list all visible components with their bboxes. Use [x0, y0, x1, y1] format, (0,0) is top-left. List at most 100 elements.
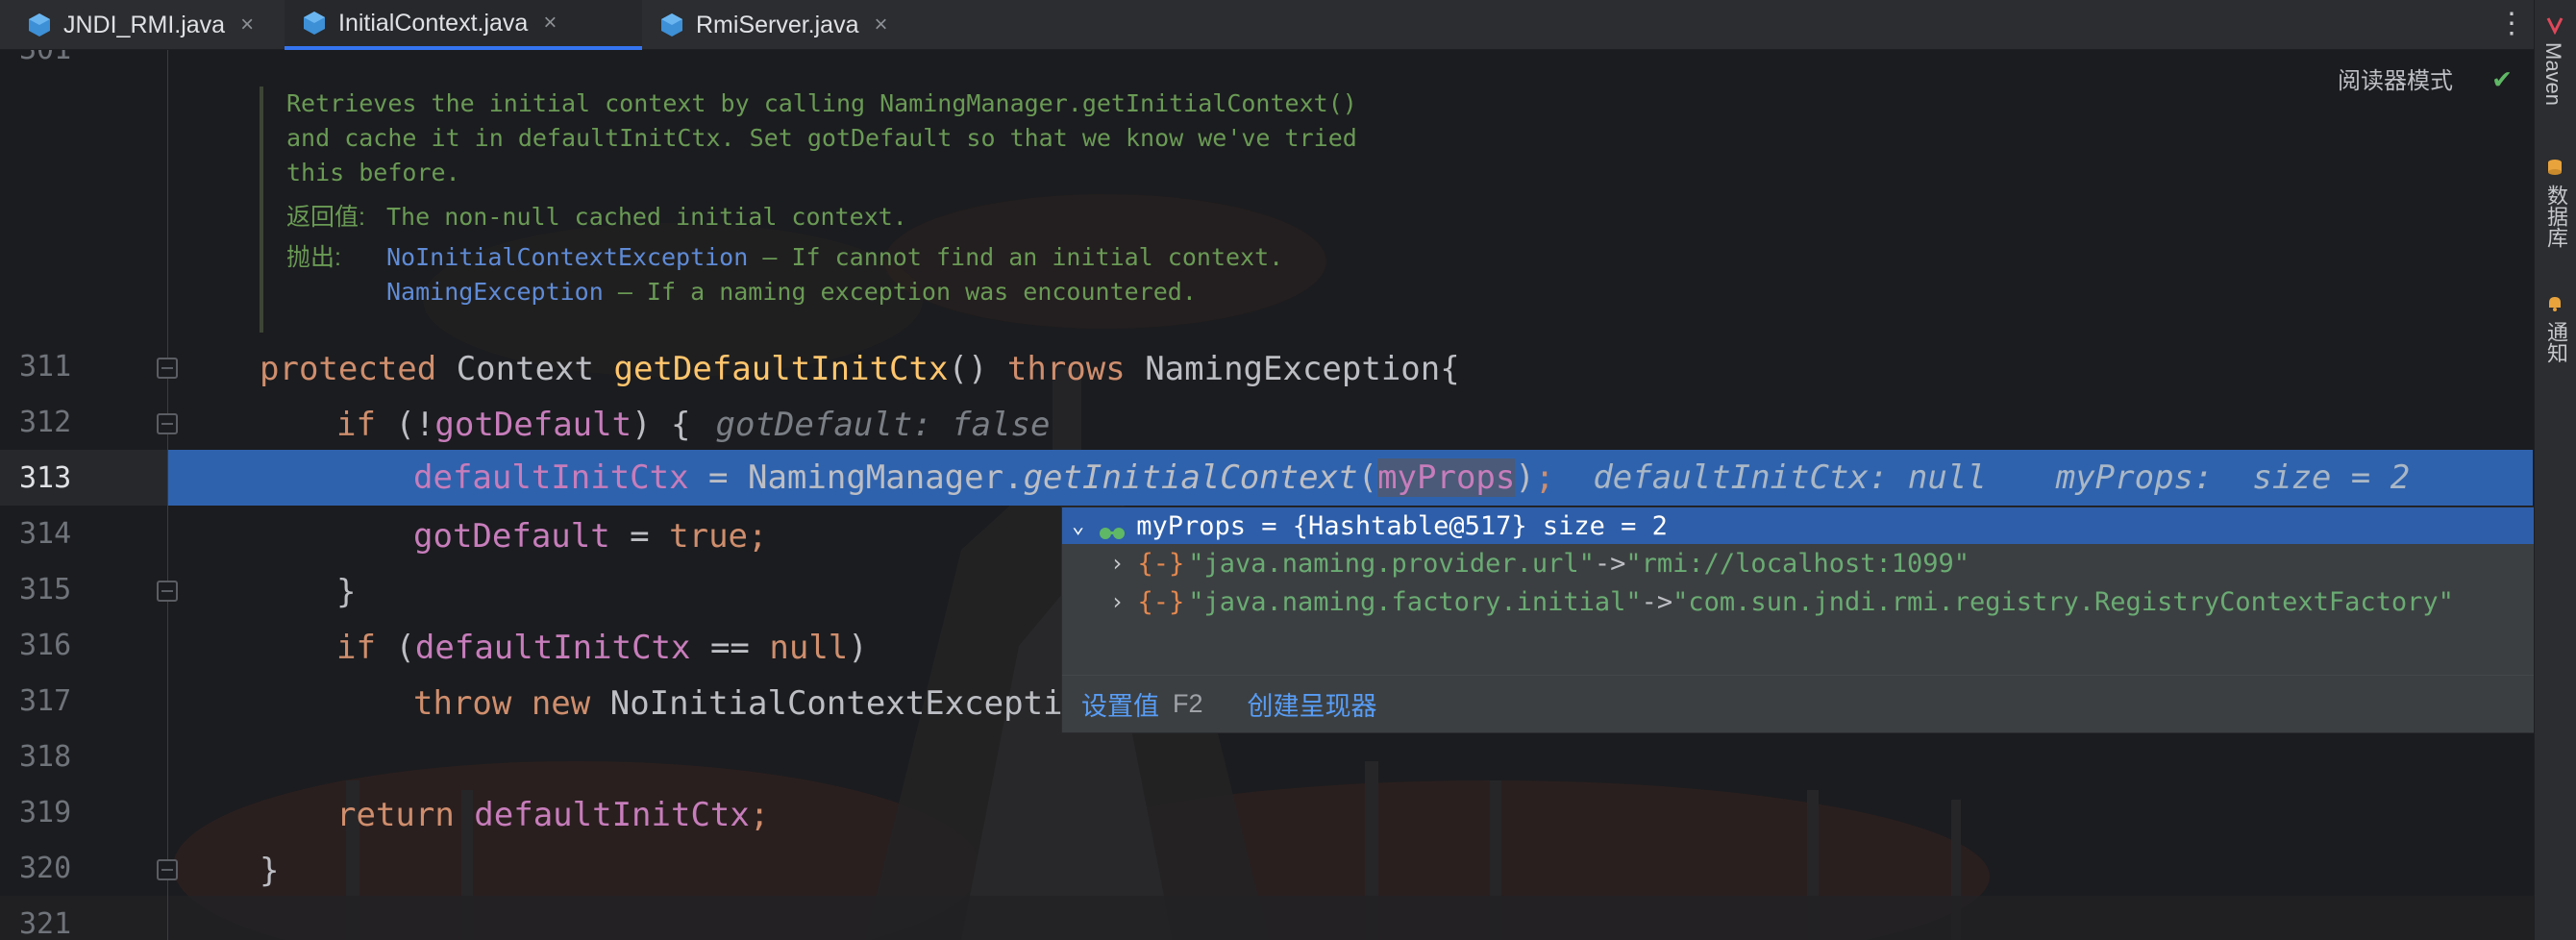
field-token: gotDefault	[434, 406, 632, 444]
code-line-314: gotDefault = true;	[413, 508, 768, 564]
doc-returns: 返回值: The non-null cached initial context.	[286, 200, 1509, 235]
reader-mode-button[interactable]: 阅读器模式	[2338, 62, 2453, 95]
code-token: null	[769, 629, 849, 667]
code-line-319: return defaultInitCtx;	[336, 787, 769, 843]
line-number: 317	[19, 684, 72, 718]
close-icon[interactable]: ×	[240, 12, 254, 38]
database-tool-button[interactable]: 数据库	[2540, 185, 2571, 248]
java-class-icon	[27, 12, 52, 37]
argument-token: myProps	[1377, 458, 1516, 497]
set-value-shortcut: F2	[1173, 689, 1203, 718]
code-token: if	[336, 406, 376, 444]
create-renderer-link[interactable]: 创建呈现器	[1248, 685, 1377, 723]
line-number: 316	[19, 629, 72, 662]
line-number: 315	[19, 573, 72, 606]
code-token: (	[375, 629, 415, 667]
chevron-down-icon[interactable]: ⌄	[1072, 514, 1084, 538]
inline-debug-value: defaultInitCtx: null	[1593, 458, 1987, 497]
code-token: return	[336, 796, 455, 834]
code-token: Context	[436, 350, 614, 388]
code-token: ==	[690, 629, 770, 667]
line-number: 314	[19, 517, 72, 551]
doc-line: this before.	[286, 159, 460, 186]
code-token: )	[848, 629, 868, 667]
code-token: ;	[749, 796, 770, 834]
map-entry-icon: {-}	[1137, 586, 1185, 617]
code-token: ;	[748, 517, 768, 556]
chevron-right-icon[interactable]: ›	[1110, 550, 1124, 577]
chevron-right-icon[interactable]: ›	[1110, 588, 1124, 615]
fold-marker[interactable]	[157, 413, 178, 434]
code-line-317: throw new NoInitialContextExceptio	[413, 676, 1082, 731]
code-token: )	[1515, 458, 1535, 497]
doc-exception-text: – If cannot find an initial context.	[748, 243, 1284, 271]
more-options-icon[interactable]: ⋮	[2497, 10, 2526, 38]
line-number: 313	[19, 461, 72, 495]
field-token: defaultInitCtx	[414, 629, 691, 667]
code-token: }	[336, 573, 357, 611]
set-value-link[interactable]: 设置值	[1081, 685, 1159, 723]
code-token: }	[260, 852, 280, 890]
tab-jndi-rmi[interactable]: JNDI_RMI.java ×	[27, 0, 254, 50]
code-line-311: protected Context getDefaultInitCtx() th…	[260, 341, 1460, 397]
doc-line: and cache it in defaultInitCtx. Set gotD…	[286, 124, 1357, 152]
rendered-javadoc: Retrieves the initial context by calling…	[260, 87, 1509, 333]
method-call: getInitialContext	[1023, 458, 1358, 497]
code-token: throw	[413, 684, 512, 723]
map-entry-node[interactable]: › {-} "java.naming.provider.url" -> "rmi…	[1062, 544, 2575, 582]
close-icon[interactable]: ×	[875, 12, 888, 38]
doc-tag-throws: 抛出:	[286, 244, 341, 271]
field-token: defaultInitCtx	[413, 458, 689, 497]
code-token: ;	[1534, 458, 1555, 497]
method-name: getDefaultInitCtx	[613, 350, 949, 388]
doc-exception-link[interactable]: NamingException	[386, 278, 604, 306]
editor-tab-bar: JNDI_RMI.java × InitialContext.java × Rm…	[0, 0, 2538, 50]
tab-initial-context[interactable]: InitialContext.java ×	[285, 0, 642, 50]
java-class-icon	[302, 11, 327, 36]
code-line-316: if (defaultInitCtx == null)	[336, 620, 868, 676]
code-editor[interactable]: 301 311 312 313 314 315 316 317 318 319 …	[0, 50, 2534, 940]
popup-root-node[interactable]: ⌄ myProps = {Hashtable@517} size = 2	[1062, 507, 2575, 544]
line-number: 312	[19, 406, 72, 439]
map-entry-icon: {-}	[1137, 548, 1185, 579]
code-token: new	[511, 684, 591, 723]
doc-exception-link[interactable]: NoInitialContextException	[386, 243, 748, 271]
code-token: true	[669, 517, 749, 556]
map-entry-key: "java.naming.factory.initial"	[1188, 586, 1642, 617]
gutter-separator	[167, 50, 168, 940]
doc-throws: 抛出: NoInitialContextException – If cannot…	[286, 240, 1509, 275]
inspection-ok-icon[interactable]: ✔	[2493, 62, 2511, 95]
fold-marker[interactable]	[157, 581, 178, 602]
code-token: =	[609, 517, 670, 556]
doc-throws-2: NamingException – If a naming exception …	[286, 275, 1509, 309]
code-token: (	[1357, 458, 1378, 497]
line-number: 311	[19, 350, 72, 383]
tab-label: InitialContext.java	[338, 9, 529, 37]
map-entry-node[interactable]: › {-} "java.naming.factory.initial" -> "…	[1062, 582, 2575, 621]
tab-rmi-server[interactable]: RmiServer.java ×	[659, 0, 888, 50]
code-token: NoInitialContextExceptio	[590, 684, 1082, 723]
close-icon[interactable]: ×	[543, 10, 557, 37]
code-token: NamingException{	[1125, 350, 1460, 388]
line-number: 318	[19, 740, 72, 774]
fold-marker[interactable]	[157, 358, 178, 379]
fold-marker[interactable]	[157, 859, 178, 880]
inline-debug-value: gotDefault: false	[715, 406, 1051, 444]
notifications-bell-icon	[2545, 294, 2564, 313]
line-number: 321	[19, 907, 72, 940]
code-line-315: }	[336, 564, 356, 620]
field-token: gotDefault	[413, 517, 610, 556]
code-token: if	[336, 629, 376, 667]
inline-debug-value: myProps: size = 2	[2055, 458, 2411, 497]
notifications-tool-button[interactable]: 通知	[2540, 321, 2571, 363]
line-number: 301	[19, 50, 96, 66]
maven-tool-button[interactable]: Maven	[2540, 42, 2565, 106]
map-entry-arrow: ->	[1594, 548, 1626, 579]
doc-exception-text: – If a naming exception was encountered.	[603, 278, 1197, 306]
code-token: ) {	[632, 406, 691, 444]
popup-footer: 设置值 F2 创建呈现器	[1062, 675, 2575, 732]
debug-value-popup[interactable]: ⌄ myProps = {Hashtable@517} size = 2 › {…	[1061, 507, 2576, 733]
database-icon	[2545, 158, 2564, 177]
code-line-312: if (!gotDefault) {gotDefault: false	[336, 397, 1051, 453]
map-entry-arrow: ->	[1641, 586, 1673, 617]
